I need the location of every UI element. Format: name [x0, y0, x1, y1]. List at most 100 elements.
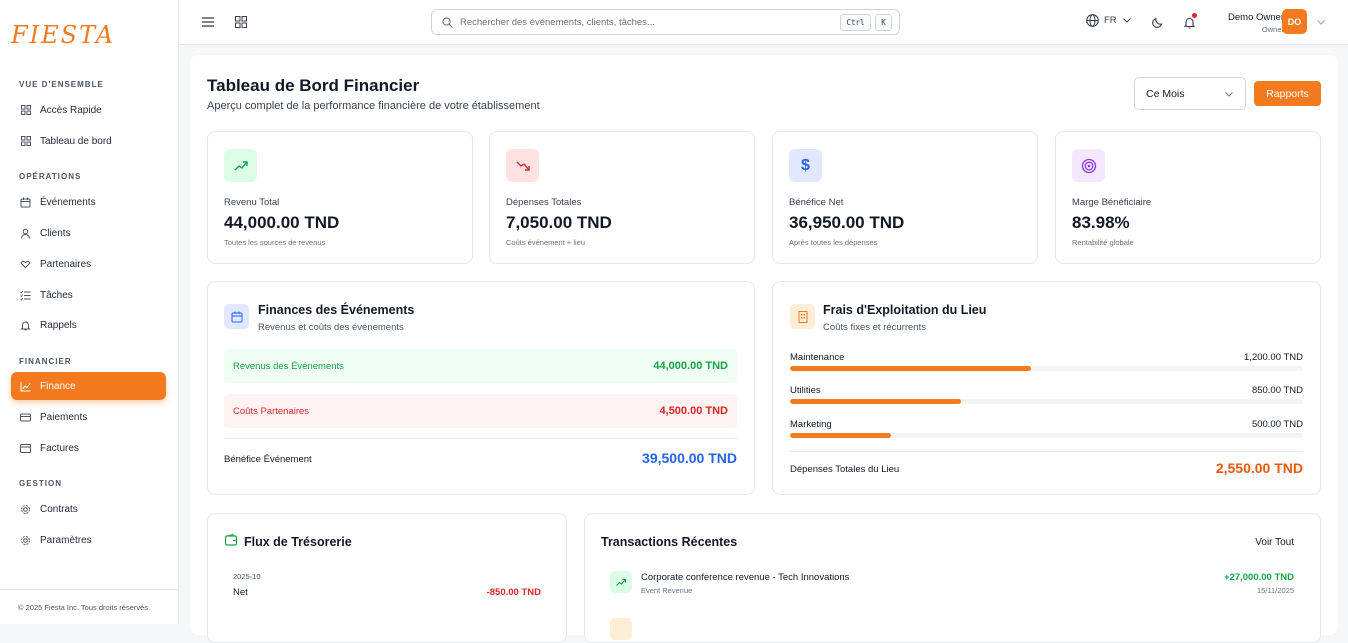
- sidebar-item-tasks[interactable]: Tâches: [11, 281, 166, 309]
- avatar[interactable]: DO: [1282, 9, 1307, 34]
- cost-label-maintenance: Maintenance: [790, 352, 845, 363]
- divider: [224, 438, 737, 439]
- sidebar-item-label: Contrats: [40, 503, 78, 515]
- chevron-down-icon: [1122, 18, 1131, 23]
- transaction-category: Event Revenue: [641, 586, 693, 595]
- gear-icon: [20, 504, 31, 515]
- stat-card-expenses: Dépenses Totales 7,050.00 TND Coûts évén…: [489, 131, 755, 264]
- cost-bar-maintenance: [790, 366, 1303, 371]
- chart-icon: [20, 381, 31, 392]
- stat-value: 83.98%: [1072, 213, 1130, 232]
- see-all-link[interactable]: Voir Tout: [1255, 537, 1294, 548]
- search-input[interactable]: Rechercher des événements, clients, tâch…: [431, 9, 900, 35]
- sidebar-item-label: Événements: [40, 196, 96, 208]
- divider: [790, 451, 1303, 452]
- venue-costs-subtitle: Coûts fixes et récurrents: [823, 322, 926, 333]
- sidebar-item-label: Factures: [40, 442, 79, 454]
- gear-icon: [20, 535, 31, 546]
- handshake-icon: [20, 259, 31, 270]
- venue-costs-title: Frais d'Exploitation du Lieu: [823, 303, 987, 317]
- invoice-icon: [20, 443, 31, 454]
- page-title: Tableau de Bord Financier: [207, 76, 420, 95]
- cost-bar-fill: [790, 399, 961, 404]
- stat-note: Toutes les sources de revenus: [224, 238, 326, 247]
- calendar-icon: [224, 304, 249, 329]
- cash-flow-period: 2025-10: [233, 572, 261, 581]
- partner-costs-label: Coûts Partenaires: [233, 405, 310, 417]
- transaction-amount: +27,000.00 TND: [1224, 572, 1294, 583]
- notification-bell-icon[interactable]: [1181, 13, 1197, 30]
- sidebar-item-contracts[interactable]: Contrats: [11, 495, 166, 523]
- section-management: GESTION: [19, 479, 63, 488]
- event-revenue-label: Revenus des Événements: [233, 360, 344, 372]
- apps-grid-icon[interactable]: [233, 14, 249, 30]
- sidebar-item-label: Clients: [40, 227, 71, 239]
- user-role: Owner: [1261, 25, 1284, 34]
- kbd-k: K: [875, 14, 892, 31]
- period-value: Ce Mois: [1146, 87, 1185, 100]
- cash-flow-net-value: -850.00 TND: [486, 587, 541, 598]
- sidebar-item-finance[interactable]: Finance: [11, 372, 166, 400]
- kbd-ctrl: Ctrl: [840, 14, 871, 31]
- cash-flow-net-label: Net: [233, 587, 248, 598]
- event-revenue-value: 44,000.00 TND: [653, 360, 728, 372]
- reports-button[interactable]: Rapports: [1254, 81, 1321, 106]
- stat-card-net-profit: $ Bénéfice Net 36,950.00 TND Après toute…: [772, 131, 1038, 264]
- partner-costs-row: Coûts Partenaires 4,500.00 TND: [224, 394, 737, 428]
- event-profit-label: Bénéfice Événement: [224, 454, 312, 465]
- venue-costs-card: Frais d'Exploitation du Lieu Coûts fixes…: [772, 281, 1321, 495]
- stat-label: Revenu Total: [224, 197, 280, 208]
- card-icon: [20, 412, 31, 423]
- sidebar-item-events[interactable]: Événements: [11, 188, 166, 216]
- transaction-title[interactable]: Corporate conference revenue - Tech Inno…: [641, 572, 849, 583]
- cost-bar-utilities: [790, 399, 1303, 404]
- menu-icon[interactable]: [200, 14, 216, 30]
- notification-dot: [1192, 13, 1197, 18]
- wallet-icon: [225, 534, 237, 546]
- user-icon: [20, 228, 31, 239]
- stat-note: Rentabilité globale: [1072, 238, 1134, 247]
- cost-bar-fill: [790, 366, 1032, 371]
- trending-down-icon: [506, 149, 539, 182]
- theme-toggle-moon-icon[interactable]: [1150, 14, 1166, 30]
- cost-label-marketing: Marketing: [790, 419, 832, 430]
- language-selector[interactable]: FR: [1086, 14, 1131, 27]
- list-icon: [20, 290, 31, 301]
- event-finance-subtitle: Revenus et coûts des événements: [258, 322, 404, 333]
- user-name: Demo Owner: [1228, 12, 1284, 23]
- user-menu[interactable]: Demo Owner Owner: [1228, 12, 1284, 34]
- sidebar-item-invoices[interactable]: Factures: [11, 434, 166, 462]
- sidebar-item-reminders[interactable]: Rappels: [11, 311, 166, 339]
- transaction-icon-partial: [610, 618, 632, 640]
- sidebar-item-label: Accès Rapide: [40, 104, 102, 116]
- sidebar-item-label: Tableau de bord: [40, 135, 112, 147]
- stat-card-margin: Marge Bénéficiaire 83.98% Rentabilité gl…: [1055, 131, 1321, 264]
- sidebar-item-partners[interactable]: Partenaires: [11, 250, 166, 278]
- logo[interactable]: FIESTA: [11, 17, 115, 53]
- building-icon: [790, 304, 815, 329]
- stat-label: Dépenses Totales: [506, 197, 582, 208]
- sidebar-footer: © 2025 Fiesta Inc. Tous droits réservés.: [0, 589, 179, 624]
- period-select[interactable]: Ce Mois: [1134, 77, 1246, 110]
- trending-up-icon: [224, 149, 257, 182]
- sidebar-item-payments[interactable]: Paiements: [11, 403, 166, 431]
- dollar-icon: $: [789, 149, 822, 182]
- event-finance-card: Finances des Événements Revenus et coûts…: [207, 281, 755, 495]
- grid-icon: [20, 136, 31, 147]
- chevron-down-icon: [1225, 92, 1233, 97]
- sidebar-item-settings[interactable]: Paramètres: [11, 526, 166, 554]
- stat-label: Bénéfice Net: [789, 197, 844, 208]
- page-subtitle: Aperçu complet de la performance financi…: [207, 100, 540, 112]
- venue-total-value: 2,550.00 TND: [1215, 460, 1303, 476]
- sidebar-item-label: Rappels: [40, 319, 77, 331]
- chevron-down-icon[interactable]: [1313, 14, 1329, 30]
- grid-icon: [20, 105, 31, 116]
- venue-total-label: Dépenses Totales du Lieu: [790, 464, 900, 475]
- stat-note: Après toutes les dépenses: [789, 238, 878, 247]
- cost-bar-fill: [790, 433, 891, 438]
- sidebar-item-clients[interactable]: Clients: [11, 219, 166, 247]
- sidebar-item-label: Tâches: [40, 289, 73, 301]
- calendar-icon: [20, 197, 31, 208]
- sidebar-item-quick-access[interactable]: Accès Rapide: [11, 96, 166, 124]
- sidebar-item-dashboard[interactable]: Tableau de bord: [11, 127, 166, 155]
